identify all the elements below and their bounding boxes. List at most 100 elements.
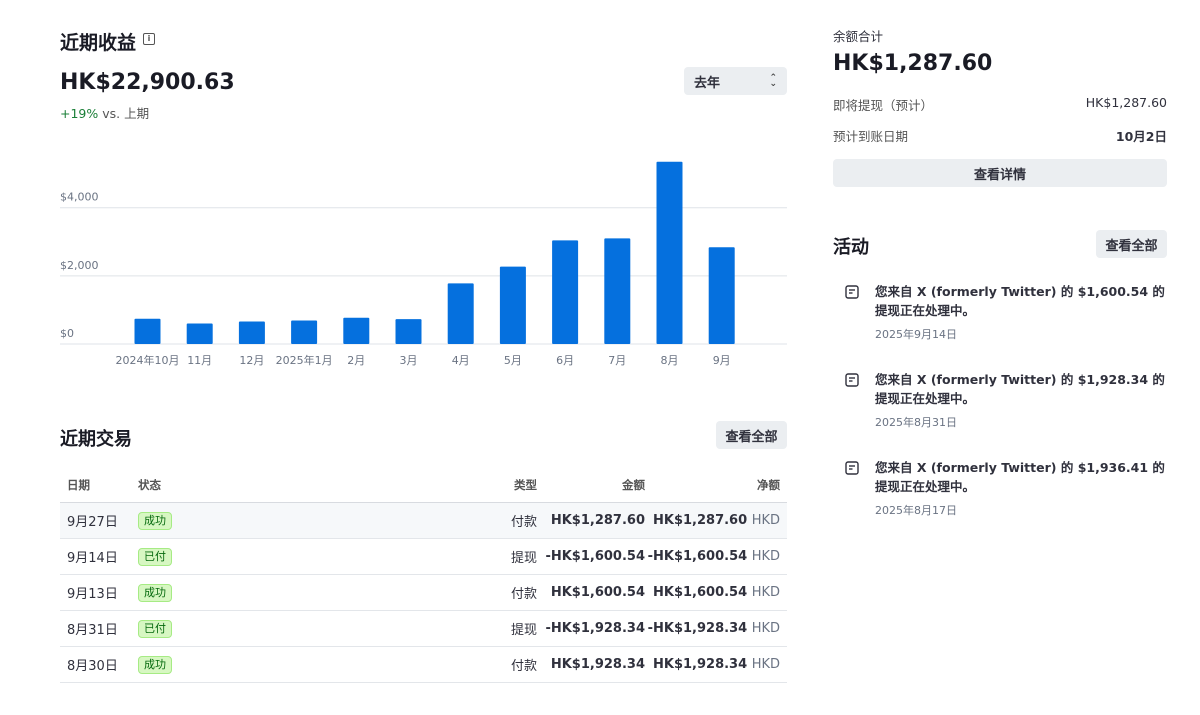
cell-type: 付款	[487, 574, 537, 611]
transactions-title: 近期交易	[60, 429, 132, 450]
activity-item[interactable]: 您来自 X (formerly Twitter) 的 $1,936.41 的提现…	[845, 458, 1175, 520]
arrival-date-label: 预计到账日期	[833, 129, 909, 144]
y-tick-label: $2,000	[60, 259, 99, 272]
x-tick-label: 9月	[713, 354, 731, 367]
receipt-icon	[845, 285, 859, 299]
arrival-date-row: 预计到账日期 10月2日	[833, 126, 1167, 145]
activity-text: 您来自 X (formerly Twitter) 的 $1,600.54 的提现…	[875, 284, 1165, 318]
x-tick-label: 3月	[400, 354, 418, 367]
x-tick-label: 2024年10月	[116, 353, 180, 367]
balance-label: 余额合计	[833, 29, 884, 44]
cell-amount: -HK$1,600.54	[537, 538, 645, 575]
cell-net: HK$1,928.34 HKD	[645, 646, 787, 683]
cell-net: -HK$1,600.54 HKD	[645, 538, 787, 575]
status-badge: 已付	[138, 547, 172, 566]
cell-date: 8月31日	[60, 610, 138, 647]
cell-date: 9月27日	[60, 502, 138, 539]
cell-date: 8月30日	[60, 646, 138, 683]
activity-title: 活动	[833, 237, 869, 258]
x-tick-label: 8月	[661, 354, 679, 367]
header-amount[interactable]: 金额	[537, 467, 645, 503]
status-badge: 成功	[138, 583, 172, 602]
cell-date: 9月13日	[60, 574, 138, 611]
bar	[291, 320, 318, 344]
change-suffix: vs. 上期	[98, 106, 150, 121]
cell-date: 9月14日	[60, 538, 138, 575]
x-tick-label: 11月	[187, 354, 212, 367]
activity-item[interactable]: 您来自 X (formerly Twitter) 的 $1,928.34 的提现…	[845, 370, 1175, 432]
bar	[186, 323, 213, 344]
table-header-row: 日期 状态 类型 金额 净额	[60, 467, 787, 503]
bar	[238, 321, 265, 344]
bar	[395, 319, 422, 344]
currency-code: HKD	[751, 657, 780, 672]
upcoming-payout-row: 即将提现（预计） HK$1,287.60	[833, 95, 1167, 114]
net-value: HK$1,600.54	[653, 585, 748, 600]
table-row[interactable]: 9月14日 已付 提现 -HK$1,600.54 -HK$1,600.54 HK…	[60, 538, 787, 575]
activity-text: 您来自 X (formerly Twitter) 的 $1,928.34 的提现…	[875, 372, 1165, 406]
x-tick-label: 2025年1月	[276, 353, 333, 367]
currency-code: HKD	[751, 585, 780, 600]
activity-view-all-button[interactable]: 查看全部	[1096, 230, 1167, 258]
table-row[interactable]: 9月13日 成功 付款 HK$1,600.54 HK$1,600.54 HKD	[60, 574, 787, 611]
upcoming-payout-label: 即将提现（预计）	[833, 98, 934, 113]
x-tick-label: 6月	[556, 354, 574, 367]
transactions-table: 日期 状态 类型 金额 净额 9月27日 成功 付款 HK$1,287.60 H…	[60, 467, 787, 683]
cell-net: HK$1,287.60 HKD	[645, 502, 787, 539]
status-badge: 已付	[138, 619, 172, 638]
info-icon[interactable]: i	[143, 33, 155, 45]
cell-net: HK$1,600.54 HKD	[645, 574, 787, 611]
net-value: HK$1,928.34	[653, 657, 748, 672]
header-status[interactable]: 状态	[138, 467, 487, 503]
net-value: -HK$1,600.54	[647, 549, 748, 564]
period-select[interactable]: 去年 ⌃ ⌄	[684, 67, 787, 95]
status-badge: 成功	[138, 655, 172, 674]
cell-type: 付款	[487, 502, 537, 539]
table-row[interactable]: 8月30日 成功 付款 HK$1,928.34 HK$1,928.34 HKD	[60, 646, 787, 683]
bar	[343, 317, 370, 344]
net-value: HK$1,287.60	[653, 513, 748, 528]
chevron-up-down-icon: ⌃ ⌄	[769, 73, 777, 89]
earnings-title: 近期收益	[60, 32, 137, 54]
y-tick-label: $0	[60, 327, 74, 340]
header-net[interactable]: 净额	[645, 467, 787, 503]
table-row[interactable]: 9月27日 成功 付款 HK$1,287.60 HK$1,287.60 HKD	[60, 502, 787, 539]
activity-text: 您来自 X (formerly Twitter) 的 $1,936.41 的提现…	[875, 460, 1165, 494]
bar	[656, 161, 683, 344]
bar	[447, 283, 474, 344]
net-value: -HK$1,928.34	[647, 621, 748, 636]
transactions-view-all-button[interactable]: 查看全部	[716, 421, 787, 449]
upcoming-payout-value: HK$1,287.60	[1085, 95, 1167, 110]
header-type[interactable]: 类型	[487, 467, 537, 503]
currency-code: HKD	[751, 513, 780, 528]
x-tick-label: 12月	[239, 354, 264, 367]
bar	[499, 266, 526, 344]
x-tick-label: 2月	[347, 354, 365, 367]
cell-amount: HK$1,287.60	[537, 502, 645, 539]
x-tick-label: 4月	[452, 354, 470, 367]
earnings-total: HK$22,900.63	[60, 70, 235, 95]
cell-amount: -HK$1,928.34	[537, 610, 645, 647]
cell-amount: HK$1,600.54	[537, 574, 645, 611]
activity-date: 2025年8月31日	[875, 416, 957, 429]
header-date[interactable]: 日期	[60, 467, 138, 503]
receipt-icon	[845, 373, 859, 387]
earnings-change: +19% vs. 上期	[60, 103, 149, 122]
y-tick-label: $4,000	[60, 191, 99, 204]
table-row[interactable]: 8月31日 已付 提现 -HK$1,928.34 -HK$1,928.34 HK…	[60, 610, 787, 647]
x-tick-label: 5月	[504, 354, 522, 367]
activity-date: 2025年9月14日	[875, 328, 957, 341]
bar	[708, 247, 735, 344]
cell-type: 付款	[487, 646, 537, 683]
cell-amount: HK$1,928.34	[537, 646, 645, 683]
view-details-button[interactable]: 查看详情	[833, 159, 1167, 187]
bar	[134, 318, 161, 344]
bar	[604, 238, 631, 344]
activity-item[interactable]: 您来自 X (formerly Twitter) 的 $1,600.54 的提现…	[845, 282, 1175, 344]
balance-amount: HK$1,287.60	[833, 51, 993, 76]
cell-type: 提现	[487, 538, 537, 575]
currency-code: HKD	[751, 621, 780, 636]
earnings-bar-chart: $0 $2,000 $4,000 2024年10月 11月 12月 2025年1月 2月 3月 4…	[60, 161, 787, 367]
period-select-value: 去年	[694, 75, 721, 91]
change-percent: +19%	[60, 106, 99, 121]
